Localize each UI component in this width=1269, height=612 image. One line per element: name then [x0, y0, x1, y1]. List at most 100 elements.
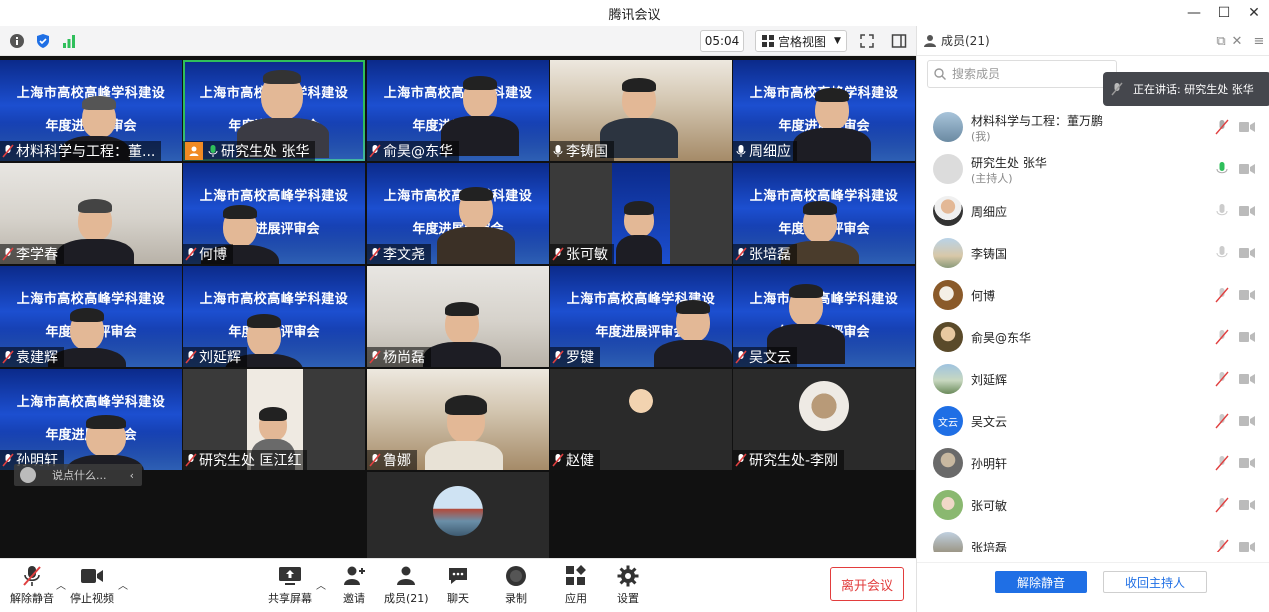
member-row[interactable]: 文云 吴文云: [917, 400, 1269, 442]
chevron-down-icon: ▼: [834, 36, 841, 46]
chat-button[interactable]: 聊天: [446, 565, 470, 606]
camera-icon[interactable]: [1239, 289, 1255, 301]
info-icon[interactable]: [8, 32, 26, 50]
video-tile-avatar[interactable]: [367, 472, 549, 558]
close-icon[interactable]: ✕: [1229, 33, 1245, 49]
avatar: [933, 196, 963, 226]
security-shield-icon[interactable]: [34, 32, 52, 50]
video-tile[interactable]: 上海市高校高峰学科建设 年度进展评审会 孙明轩: [0, 369, 182, 470]
settings-button[interactable]: 设置: [616, 565, 640, 606]
camera-icon[interactable]: [1239, 247, 1255, 259]
muted-mic-icon: [552, 247, 564, 261]
video-tile[interactable]: 上海市高校高峰学科建设 年度进展评审会 罗键: [550, 266, 732, 367]
muted-mic-icon[interactable]: [1215, 119, 1229, 135]
muted-mic-icon[interactable]: [1215, 329, 1229, 345]
muted-mic-icon[interactable]: [1215, 455, 1229, 471]
video-options-caret-icon[interactable]: ︿: [118, 577, 128, 592]
member-row[interactable]: 研究生处 张华 (主持人): [917, 148, 1269, 190]
fullscreen-icon[interactable]: [858, 32, 876, 50]
share-options-caret-icon[interactable]: ︿: [316, 577, 326, 592]
view-mode-select[interactable]: 宫格视图 ▼: [755, 30, 847, 52]
close-window-button[interactable]: ✕: [1239, 0, 1269, 26]
share-screen-button[interactable]: 共享屏幕: [268, 565, 312, 606]
leave-meeting-button[interactable]: 离开会议: [830, 567, 904, 601]
camera-icon[interactable]: [1239, 373, 1255, 385]
emoji-icon[interactable]: [20, 467, 36, 483]
reclaim-host-button[interactable]: 收回主持人: [1103, 571, 1207, 593]
member-row[interactable]: 李铸国: [917, 232, 1269, 274]
video-tile[interactable]: 上海市高校高峰学科建设 年度进展评审会 李文尧: [367, 163, 549, 264]
member-row[interactable]: 何博: [917, 274, 1269, 316]
unmute-button[interactable]: 解除静音: [10, 565, 54, 606]
member-row[interactable]: 俞昊@东华: [917, 316, 1269, 358]
member-row[interactable]: 孙明轩: [917, 442, 1269, 484]
video-tile-avatar[interactable]: 赵健: [550, 369, 732, 470]
network-signal-icon[interactable]: [60, 32, 78, 50]
muted-mic-icon[interactable]: [1215, 287, 1229, 303]
participant-nametag: 张培磊: [733, 244, 797, 264]
chat-icon: [446, 565, 470, 587]
video-tile[interactable]: 鲁娜: [367, 369, 549, 470]
member-row[interactable]: 张培磊: [917, 526, 1269, 552]
video-tile[interactable]: 上海市高校高峰学科建设 年度进展评审会 张培磊: [733, 163, 915, 264]
video-tile[interactable]: 上海市高校高峰学科建设 年度进展评审会 何博: [183, 163, 365, 264]
member-row[interactable]: 周细应: [917, 190, 1269, 232]
camera-icon[interactable]: [1239, 331, 1255, 343]
chat-input-bar[interactable]: 说点什么... ‹: [14, 464, 142, 486]
avatar: [933, 280, 963, 310]
member-row[interactable]: 材料科学与工程：董万鹏 (我): [917, 106, 1269, 148]
muted-mic-icon[interactable]: [1215, 413, 1229, 429]
mic-icon[interactable]: [1215, 203, 1229, 219]
sidebar-toggle-icon[interactable]: [890, 32, 908, 50]
meeting-window: 腾讯会议 — ☐ ✕ 05:04 宫格视图 ▼ 上海市高校高峰学科建设 材料科学…: [0, 0, 1269, 612]
stop-video-button[interactable]: 停止视频: [70, 565, 114, 606]
menu-icon[interactable]: ≡: [1251, 33, 1267, 49]
video-tile-avatar[interactable]: 研究生处-李刚: [733, 369, 915, 470]
video-tile[interactable]: 上海市高校高峰学科建设 年度进展评审会 周细应: [733, 60, 915, 161]
participant-nametag: 俞昊@东华: [367, 141, 459, 161]
participant-nametag: 赵健: [550, 450, 600, 470]
muted-mic-icon[interactable]: [1215, 371, 1229, 387]
audio-options-caret-icon[interactable]: ︿: [56, 577, 66, 592]
unmute-all-button[interactable]: 解除静音: [995, 571, 1087, 593]
pop-out-icon[interactable]: ⧉: [1213, 33, 1229, 49]
meeting-control-bar: 解除静音 ︿ 停止视频 ︿ 共享屏幕 ︿ 邀请 成员(21) 聊天 录制 应用 …: [0, 558, 916, 612]
apps-button[interactable]: 应用: [564, 565, 588, 606]
invite-button[interactable]: 邀请: [342, 565, 366, 606]
collapse-chat-icon[interactable]: ‹: [130, 469, 134, 482]
camera-icon[interactable]: [1239, 163, 1255, 175]
video-tile[interactable]: 上海市高校高峰学科建设 年度进展评审会 俞昊@东华: [367, 60, 549, 161]
member-search[interactable]: [927, 60, 1117, 88]
video-tile[interactable]: 杨尚磊: [367, 266, 549, 367]
mic-icon[interactable]: [1215, 245, 1229, 261]
member-row[interactable]: 刘延辉: [917, 358, 1269, 400]
camera-icon[interactable]: [1239, 121, 1255, 133]
camera-icon[interactable]: [1239, 205, 1255, 217]
camera-icon[interactable]: [1239, 415, 1255, 427]
camera-icon[interactable]: [1239, 541, 1255, 552]
muted-mic-icon: [369, 453, 381, 467]
active-mic-icon[interactable]: [1215, 161, 1229, 177]
video-tile[interactable]: 上海市高校高峰学科建设 年度进展评审会 袁建辉: [0, 266, 182, 367]
avatar: [933, 532, 963, 552]
muted-mic-icon[interactable]: [1215, 539, 1229, 552]
video-tile[interactable]: 上海市高校高峰学科建设 年度进展评审会 刘延辉: [183, 266, 365, 367]
maximize-button[interactable]: ☐: [1209, 0, 1239, 26]
record-button[interactable]: 录制: [504, 565, 528, 606]
camera-icon[interactable]: [1239, 499, 1255, 511]
video-tile[interactable]: 上海市高校高峰学科建设 年度进展评审会 材料科学与工程：董...: [0, 60, 182, 161]
video-tile[interactable]: 上海市高校高峰学科建设 年度进展评审会 吴文云: [733, 266, 915, 367]
members-button[interactable]: 成员(21): [384, 565, 429, 606]
camera-icon[interactable]: [1239, 457, 1255, 469]
camera-icon: [80, 565, 104, 587]
search-input[interactable]: [952, 67, 1112, 81]
member-row[interactable]: 张可敏: [917, 484, 1269, 526]
video-tile-active-speaker[interactable]: 上海市高校高峰学科建设 年度进展评审会 研究生处 张华: [183, 60, 365, 161]
video-tile[interactable]: 李铸国: [550, 60, 732, 161]
video-tile[interactable]: 研究生处 匡江红: [183, 369, 365, 470]
video-tile[interactable]: 张可敏: [550, 163, 732, 264]
participant-nametag: 张可敏: [550, 244, 614, 264]
video-tile[interactable]: 李学春: [0, 163, 182, 264]
minimize-button[interactable]: —: [1179, 0, 1209, 26]
muted-mic-icon[interactable]: [1215, 497, 1229, 513]
